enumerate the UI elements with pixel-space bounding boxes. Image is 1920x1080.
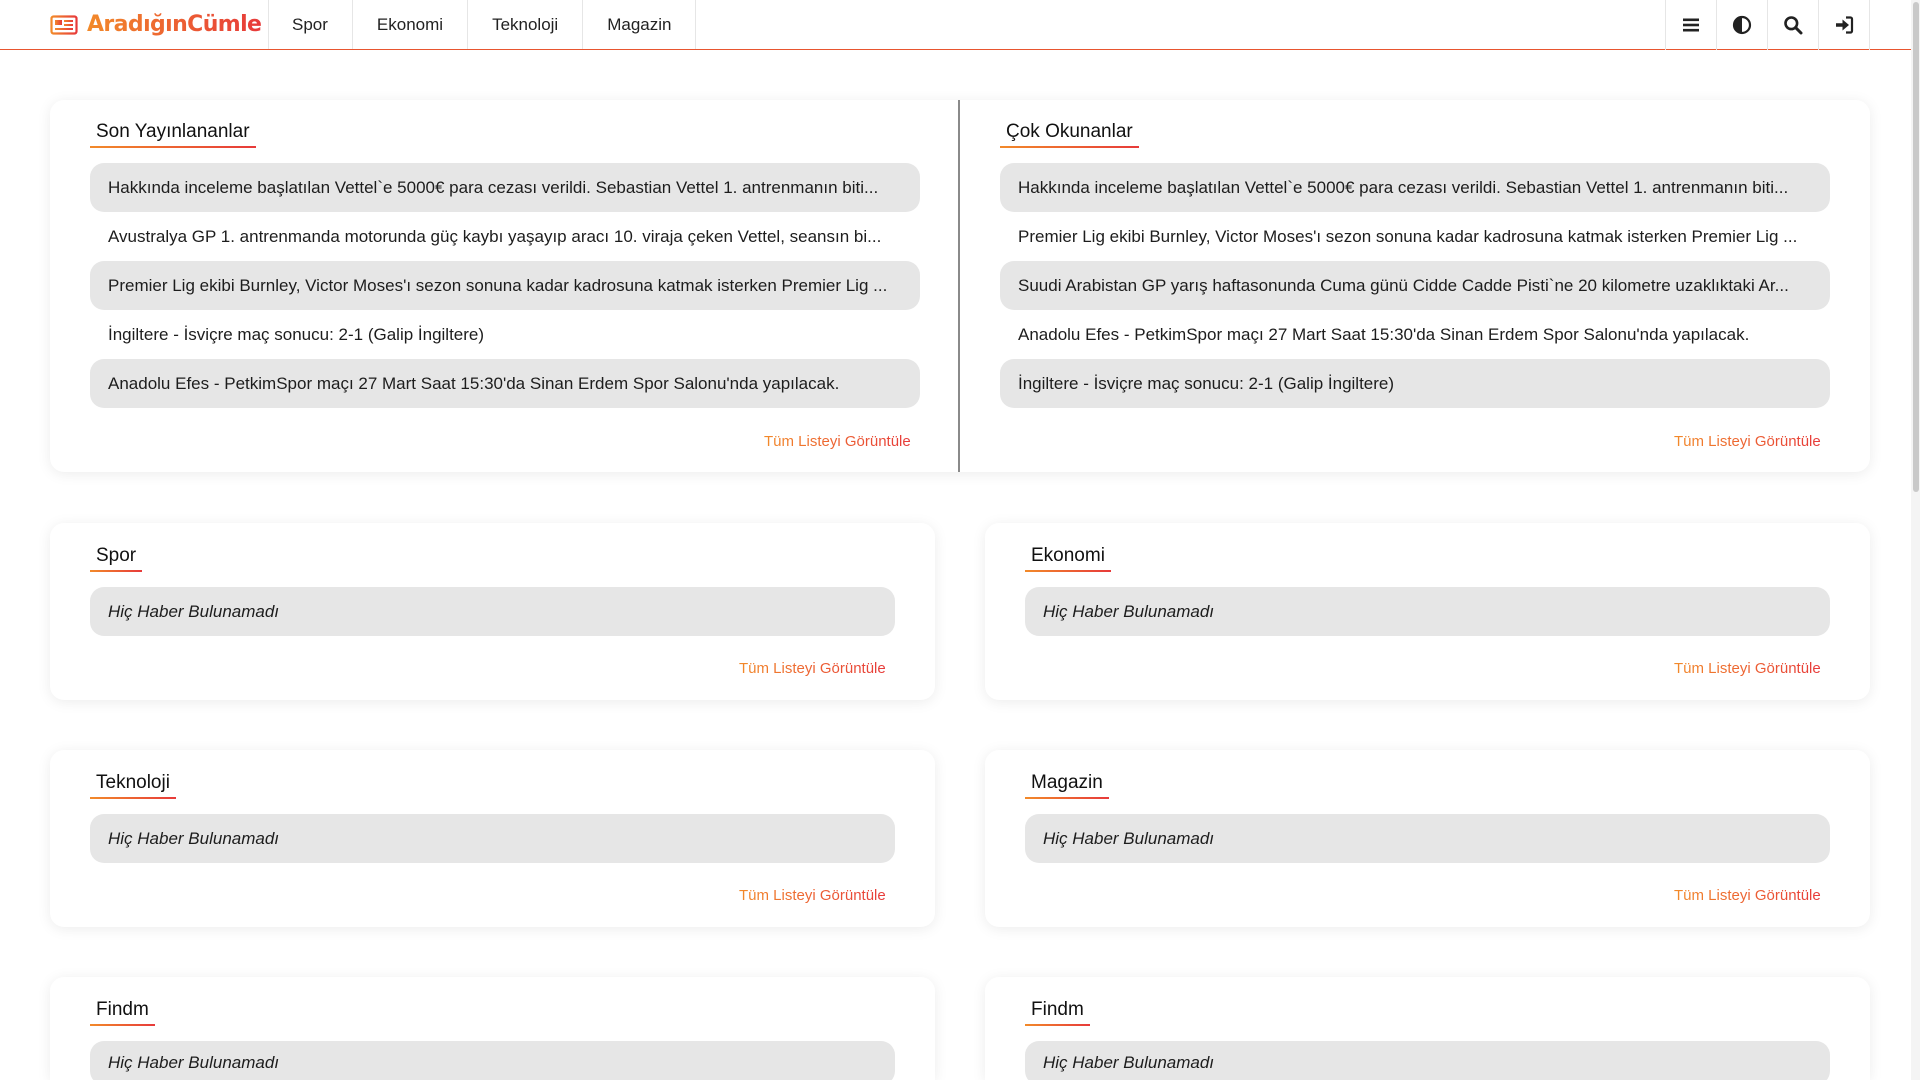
search-icon — [1784, 16, 1803, 35]
list-item[interactable]: Premier Lig ekibi Burnley, Victor Moses'… — [90, 261, 920, 310]
page-scrollbar[interactable] — [1911, 0, 1920, 1080]
list-item-text: Premier Lig ekibi Burnley, Victor Moses'… — [1018, 226, 1798, 246]
category-section-findm-right: Findm Hiç Haber Bulunamadı — [1025, 999, 1830, 1080]
list-item[interactable]: Avustralya GP 1. antrenmanda motorunda g… — [90, 212, 920, 261]
category-section-ekonomi: Ekonomi Hiç Haber Bulunamadı — [1025, 545, 1830, 636]
list-item-text: İngiltere - İsviçre maç sonucu: 2-1 (Gal… — [1018, 373, 1395, 393]
main-nav: Spor Ekonomi Teknoloji Magazin — [269, 0, 697, 49]
latest-section: Son Yayınlananlar Hakkında inceleme başl… — [90, 121, 920, 408]
category-section-findm-left: Findm Hiç Haber Bulunamadı — [90, 999, 895, 1080]
category-list: Hiç Haber Bulunamadı — [1025, 814, 1830, 863]
login-button[interactable] — [1819, 0, 1870, 50]
list-item[interactable]: Anadolu Efes - PetkimSpor maçı 27 Mart S… — [90, 359, 920, 408]
list-item-text: Hakkında inceleme başlatılan Vettel`e 50… — [1018, 177, 1789, 197]
sign-in-icon — [1836, 16, 1854, 34]
category-list: Hiç Haber Bulunamadı — [1025, 1041, 1830, 1080]
theme-toggle-button[interactable] — [1717, 0, 1768, 50]
list-item[interactable]: İngiltere - İsviçre maç sonucu: 2-1 (Gal… — [90, 310, 920, 359]
category-title: Magazin — [1025, 772, 1109, 799]
logo-text: AradığınCümle — [87, 12, 262, 37]
list-item[interactable]: Hakkında inceleme başlatılan Vettel`e 50… — [90, 163, 920, 212]
list-item-text: Anadolu Efes - PetkimSpor maçı 27 Mart S… — [108, 373, 840, 393]
list-item-text: Hakkında inceleme başlatılan Vettel`e 50… — [108, 177, 879, 197]
view-all-latest-link[interactable]: Tüm Listeyi Görüntüle — [764, 433, 911, 450]
list-item[interactable]: Suudi Arabistan GP yarış haftasonunda Cu… — [1000, 261, 1830, 310]
card-divider — [958, 100, 960, 472]
list-item-text: Avustralya GP 1. antrenmanda motorunda g… — [108, 226, 882, 246]
nav-item-magazin[interactable]: Magazin — [583, 0, 697, 49]
empty-state-row: Hiç Haber Bulunamadı — [1025, 814, 1830, 863]
header-tools — [1665, 0, 1870, 50]
scrollbar-thumb[interactable] — [1913, 2, 1919, 492]
nav-item-spor[interactable]: Spor — [269, 0, 353, 49]
newspaper-icon — [50, 14, 78, 35]
category-title: Ekonomi — [1025, 545, 1111, 572]
category-title: Findm — [90, 999, 155, 1026]
empty-state-row: Hiç Haber Bulunamadı — [90, 814, 895, 863]
empty-state-row: Hiç Haber Bulunamadı — [1025, 1041, 1830, 1080]
contrast-icon — [1732, 15, 1752, 35]
nav-item-teknoloji[interactable]: Teknoloji — [468, 0, 584, 49]
category-section-magazin: Magazin Hiç Haber Bulunamadı — [1025, 772, 1830, 863]
list-item-text: Suudi Arabistan GP yarış haftasonunda Cu… — [1018, 275, 1789, 295]
section-title-latest: Son Yayınlananlar — [90, 121, 256, 148]
menu-icon — [1683, 18, 1699, 32]
search-button[interactable] — [1768, 0, 1819, 50]
empty-state-row: Hiç Haber Bulunamadı — [90, 1041, 895, 1080]
menu-button[interactable] — [1666, 0, 1717, 50]
list-item-text: Premier Lig ekibi Burnley, Victor Moses'… — [108, 275, 888, 295]
empty-state-row: Hiç Haber Bulunamadı — [90, 587, 895, 636]
latest-list: Hakkında inceleme başlatılan Vettel`e 50… — [90, 163, 920, 408]
list-item[interactable]: İngiltere - İsviçre maç sonucu: 2-1 (Gal… — [1000, 359, 1830, 408]
view-all-ekonomi-link[interactable]: Tüm Listeyi Görüntüle — [1674, 660, 1821, 677]
category-title: Spor — [90, 545, 143, 572]
category-list: Hiç Haber Bulunamadı — [90, 587, 895, 636]
list-item[interactable]: Hakkında inceleme başlatılan Vettel`e 50… — [1000, 163, 1830, 212]
popular-list: Hakkında inceleme başlatılan Vettel`e 50… — [1000, 163, 1830, 408]
category-list: Hiç Haber Bulunamadı — [90, 1041, 895, 1080]
category-list: Hiç Haber Bulunamadı — [1025, 587, 1830, 636]
nav-item-ekonomi[interactable]: Ekonomi — [353, 0, 469, 49]
view-all-spor-link[interactable]: Tüm Listeyi Görüntüle — [739, 660, 886, 677]
category-title: Teknoloji — [90, 772, 176, 799]
view-all-teknoloji-link[interactable]: Tüm Listeyi Görüntüle — [739, 887, 886, 904]
site-logo[interactable]: AradığınCümle — [0, 0, 269, 49]
top-navbar: AradığınCümle Spor Ekonomi Teknoloji Mag… — [0, 0, 1920, 50]
category-section-spor: Spor Hiç Haber Bulunamadı — [90, 545, 895, 636]
list-item[interactable]: Anadolu Efes - PetkimSpor maçı 27 Mart S… — [1000, 310, 1830, 359]
section-title-popular: Çok Okunanlar — [1000, 121, 1139, 148]
category-title: Findm — [1025, 999, 1090, 1026]
list-item-text: Anadolu Efes - PetkimSpor maçı 27 Mart S… — [1018, 324, 1750, 344]
popular-section: Çok Okunanlar Hakkında inceleme başlatıl… — [1000, 121, 1830, 408]
list-item[interactable]: Premier Lig ekibi Burnley, Victor Moses'… — [1000, 212, 1830, 261]
category-list: Hiç Haber Bulunamadı — [90, 814, 895, 863]
empty-state-row: Hiç Haber Bulunamadı — [1025, 587, 1830, 636]
list-item-text: İngiltere - İsviçre maç sonucu: 2-1 (Gal… — [108, 324, 485, 344]
category-section-teknoloji: Teknoloji Hiç Haber Bulunamadı — [90, 772, 895, 863]
view-all-popular-link[interactable]: Tüm Listeyi Görüntüle — [1674, 433, 1821, 450]
view-all-magazin-link[interactable]: Tüm Listeyi Görüntüle — [1674, 887, 1821, 904]
